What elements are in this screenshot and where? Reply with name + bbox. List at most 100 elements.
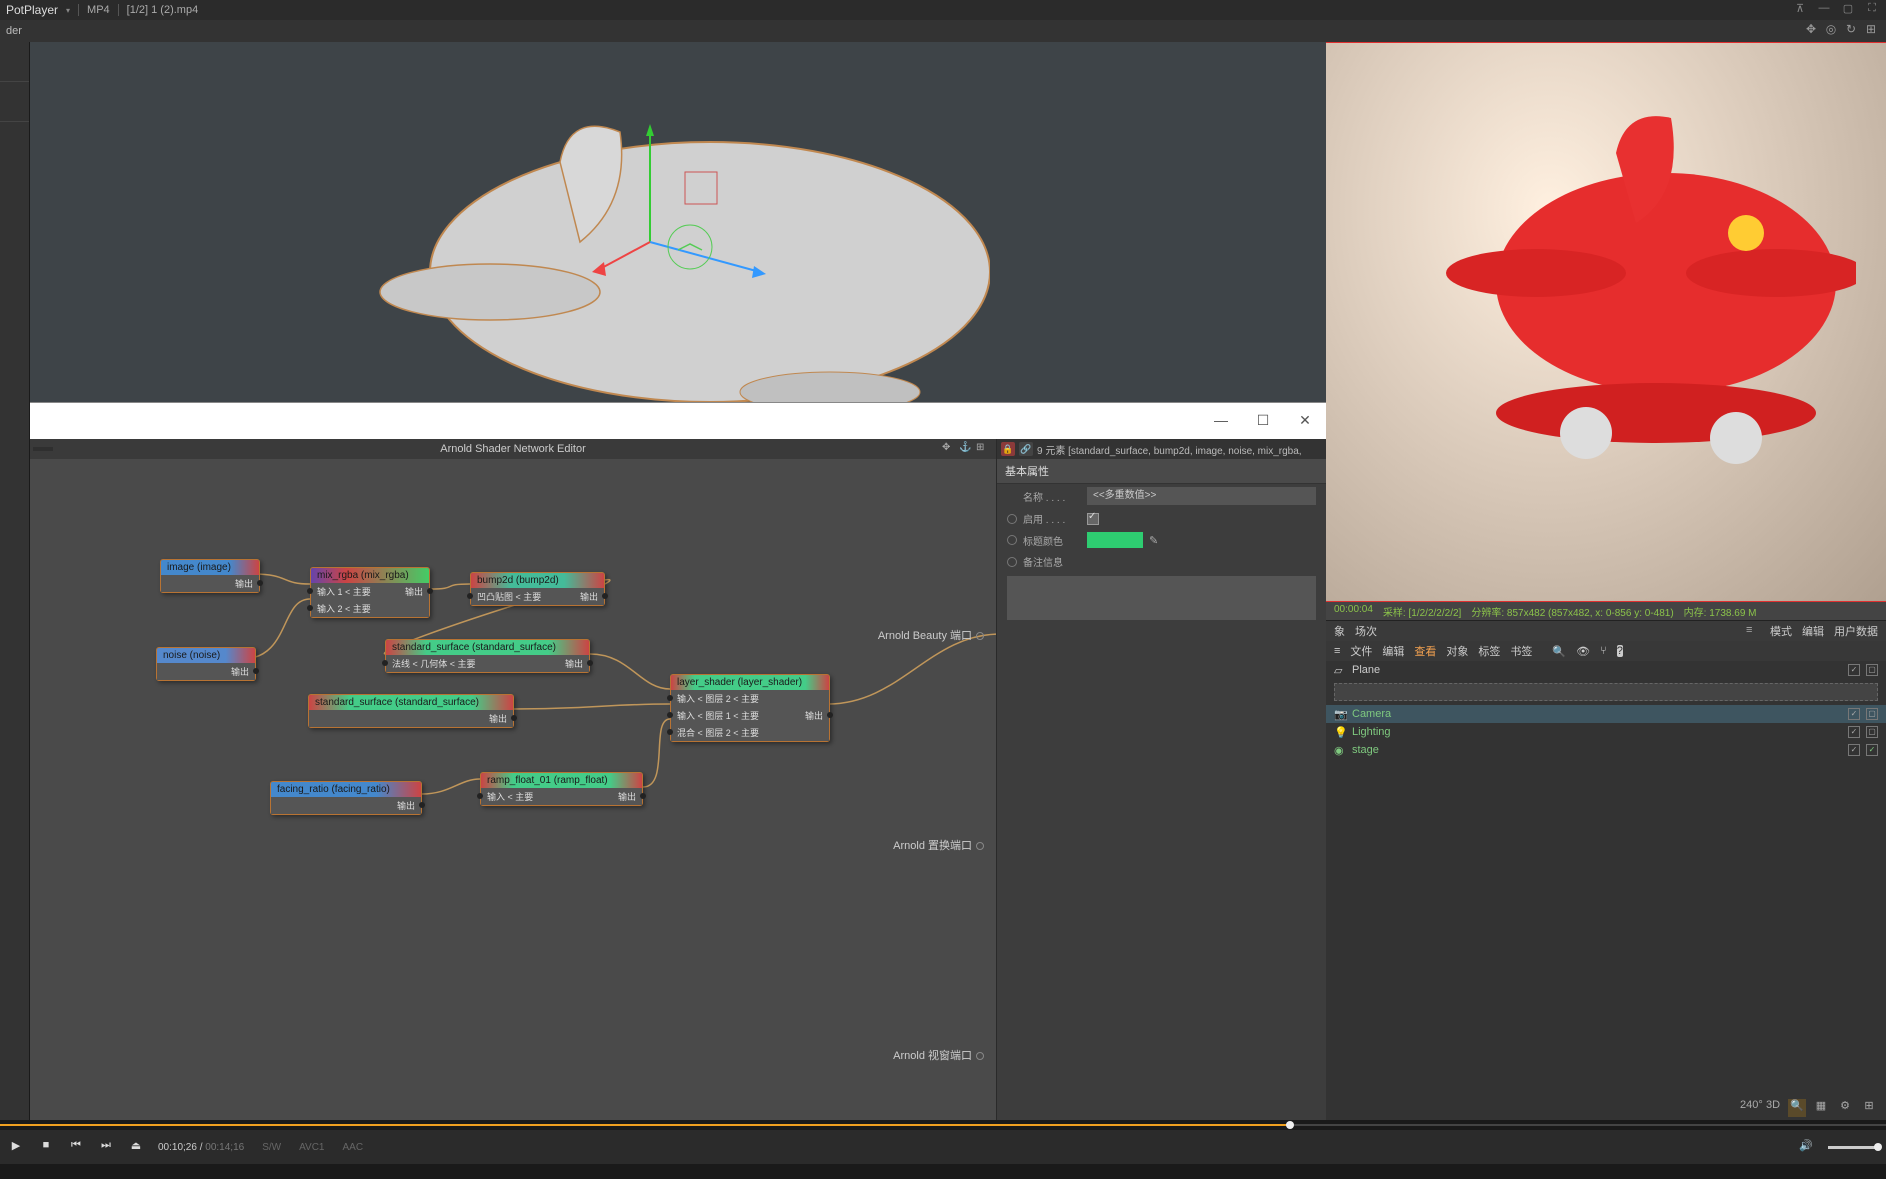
menu-edit[interactable]: 编辑 — [1802, 623, 1824, 639]
color-swatch[interactable] — [1087, 532, 1143, 548]
keyable-dot[interactable] — [1007, 514, 1017, 524]
stop-button[interactable]: ■ — [38, 1139, 54, 1155]
note-textarea[interactable] — [1007, 576, 1316, 620]
eye-icon[interactable]: 👁 — [1576, 645, 1590, 658]
next-button[interactable]: ⏭ — [98, 1139, 114, 1155]
grid-icon[interactable]: ▦ — [1812, 1099, 1830, 1117]
list-item-plane[interactable]: ▱ Plane ✓▢ — [1326, 661, 1886, 679]
filter-icon[interactable]: ⑂ — [1600, 645, 1607, 657]
node-title: standard_surface (standard_surface) — [309, 695, 513, 710]
list-icon[interactable]: ≡ — [1746, 624, 1760, 638]
list-item-stage[interactable]: ◉ stage ✓✓ — [1326, 741, 1886, 759]
node-facing-ratio[interactable]: facing_ratio (facing_ratio) 输出 — [270, 781, 422, 815]
section-basic: 基本属性 — [997, 459, 1326, 484]
gear-icon[interactable]: ⚙ — [1836, 1099, 1854, 1117]
move-icon[interactable]: ✥ — [942, 442, 956, 456]
degree-icon[interactable]: 240° — [1740, 1099, 1758, 1117]
eject-button[interactable]: ⏏ — [128, 1139, 144, 1155]
enable-checkbox[interactable] — [1087, 513, 1099, 525]
list-item-camera[interactable]: 📷 Camera ✓▢ — [1326, 705, 1886, 723]
node-ramp-float[interactable]: ramp_float_01 (ramp_float) 输入 < 主要输出 — [480, 772, 643, 806]
anchor-icon[interactable]: ⚓ — [959, 442, 973, 456]
titlebar: PotPlayer ▾ MP4 [1/2] 1 (2).mp4 ⊼ — ▢ ⛶ — [0, 0, 1886, 20]
prop-enable-row: 启用 . . . . — [997, 508, 1326, 529]
menu-bookmark[interactable]: 书签 — [1510, 643, 1532, 659]
seek-bar[interactable] — [0, 1120, 1886, 1130]
minimize-icon[interactable]: — — [1212, 412, 1230, 430]
keyable-dot[interactable] — [1007, 535, 1017, 545]
3d-viewport[interactable] — [30, 42, 1326, 402]
viewport-label: der — [6, 25, 22, 37]
fullscreen-icon[interactable]: ⛶ — [1864, 2, 1880, 18]
vis-toggle[interactable]: ✓ — [1848, 744, 1860, 756]
refresh-icon[interactable]: ↻ — [1842, 22, 1860, 40]
vis-toggle[interactable]: ✓ — [1848, 664, 1860, 676]
maximize-icon[interactable]: ☐ — [1254, 412, 1272, 430]
search-active-icon[interactable]: 🔍 — [1788, 1099, 1806, 1117]
prev-button[interactable]: ⏮ — [68, 1139, 84, 1155]
output-displace[interactable]: Arnold 置换端口 — [893, 837, 984, 853]
expand-icon[interactable]: ⊞ — [976, 442, 990, 456]
node-graph[interactable]: Arnold Shader Network Editor ✥ ⚓ ⊞ — [30, 439, 996, 1120]
time-display: 00:10;26 / 00:14;16 — [158, 1142, 244, 1153]
render-toggle[interactable]: ▢ — [1866, 664, 1878, 676]
maximize-icon[interactable]: ▢ — [1840, 2, 1856, 18]
render-preview[interactable] — [1326, 42, 1886, 602]
gutter-tab[interactable] — [0, 82, 29, 122]
prop-name-row: 名称 . . . . <<多重数值>> — [997, 484, 1326, 508]
acodec-label: AAC — [343, 1142, 364, 1153]
minimize-icon[interactable]: — — [1816, 2, 1832, 18]
vis-toggle[interactable]: ✓ — [1848, 726, 1860, 738]
pin-icon[interactable]: ⊼ — [1792, 2, 1808, 18]
menu-edit2[interactable]: 编辑 — [1382, 643, 1404, 659]
menu-tag[interactable]: 标签 — [1478, 643, 1500, 659]
menu-object[interactable]: 对象 — [1446, 643, 1468, 659]
node-noise[interactable]: noise (noise) 输出 — [156, 647, 256, 681]
vis-toggle[interactable]: ✓ — [1848, 708, 1860, 720]
render-toggle[interactable]: ▢ — [1866, 726, 1878, 738]
keyable-dot[interactable] — [1007, 557, 1017, 567]
viewport-toolbar: der ✥ ◎ ↻ ⊞ — [0, 20, 1886, 42]
mute-icon[interactable]: 🔊 — [1798, 1139, 1814, 1155]
tab-object[interactable]: 象 — [1334, 623, 1345, 639]
help-icon[interactable]: ? — [1617, 645, 1623, 657]
render-toggle[interactable]: ▢ — [1866, 708, 1878, 720]
volume-slider[interactable] — [1828, 1146, 1878, 1149]
node-layer-shader[interactable]: layer_shader (layer_shader) 输入 < 图层 2 < … — [670, 674, 830, 742]
expand-icon[interactable]: ⊞ — [1862, 22, 1880, 40]
menu-view[interactable]: 查看 — [1414, 643, 1436, 659]
search-field[interactable] — [1334, 683, 1878, 701]
node-mix-rgba[interactable]: mix_rgba (mix_rgba) 输入 1 < 主要输出 输入 2 < 主… — [310, 567, 430, 618]
close-icon[interactable]: ✕ — [1296, 412, 1314, 430]
node-bump2d[interactable]: bump2d (bump2d) 凹凸贴图 < 主要输出 — [470, 572, 605, 606]
app-menu-chevron[interactable]: ▾ — [66, 6, 70, 15]
graph-canvas[interactable]: image (image) 输出 mix_rgba (mix_rgba) 输入 … — [30, 459, 996, 1120]
lock-icon[interactable]: 🔒 — [1001, 442, 1015, 456]
move-icon[interactable]: ✥ — [1802, 22, 1820, 40]
menu-file[interactable]: 文件 — [1350, 643, 1372, 659]
seek-thumb[interactable] — [1286, 1121, 1294, 1129]
link-icon[interactable]: 🔗 — [1019, 442, 1033, 456]
check-toggle[interactable]: ✓ — [1866, 744, 1878, 756]
output-beauty[interactable]: Arnold Beauty 端口 — [878, 627, 984, 643]
menu-mode[interactable]: 模式 — [1770, 623, 1792, 639]
graph-tab[interactable] — [33, 447, 53, 451]
layout-icon[interactable]: ⊞ — [1860, 1099, 1878, 1117]
search-icon[interactable]: 🔍 — [1552, 645, 1566, 658]
edit-color-icon[interactable]: ✎ — [1149, 534, 1158, 547]
node-standard-surface-1[interactable]: standard_surface (standard_surface) 法线 <… — [385, 639, 590, 673]
tab-scene[interactable]: 场次 — [1355, 623, 1377, 639]
list-icon[interactable]: ≡ — [1334, 645, 1340, 657]
node-image[interactable]: image (image) 输出 — [160, 559, 260, 593]
gutter-tab[interactable] — [0, 42, 29, 82]
target-icon[interactable]: ◎ — [1822, 22, 1840, 40]
menu-userdata[interactable]: 用户数据 — [1834, 623, 1878, 639]
list-item-lighting[interactable]: 💡 Lighting ✓▢ — [1326, 723, 1886, 741]
output-viewport[interactable]: Arnold 视窗端口 — [893, 1047, 984, 1063]
node-standard-surface-2[interactable]: standard_surface (standard_surface) 输出 — [308, 694, 514, 728]
3d-icon[interactable]: 3D — [1764, 1099, 1782, 1117]
play-button[interactable]: ▶ — [8, 1139, 24, 1155]
axis-gizmo[interactable] — [590, 122, 790, 302]
window-titlebar[interactable]: — ☐ ✕ — [30, 403, 1326, 439]
name-field[interactable]: <<多重数值>> — [1087, 487, 1316, 505]
